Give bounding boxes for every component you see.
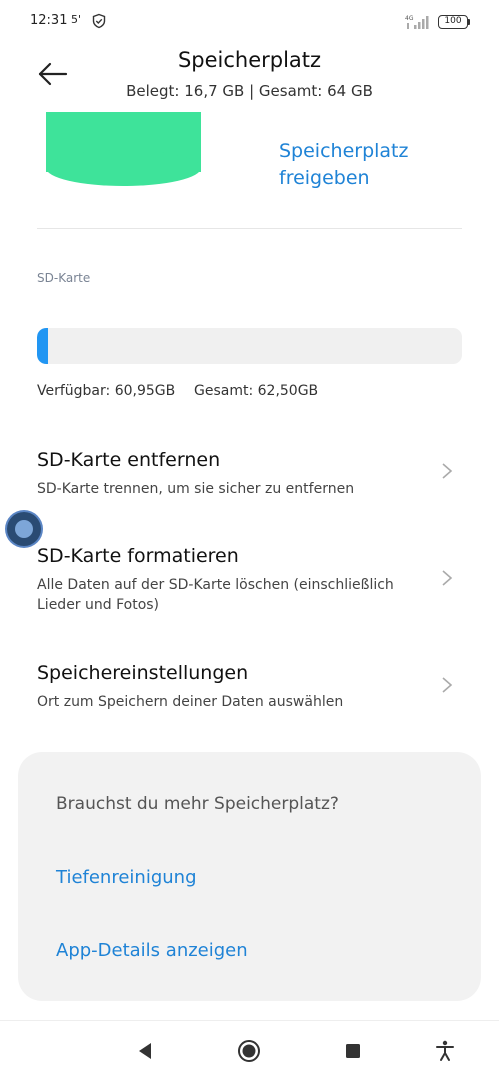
arrow-left-icon: [38, 62, 68, 86]
navigation-bar: [0, 1020, 499, 1081]
battery-level: 100: [444, 16, 462, 26]
item-title: Speichereinstellungen: [37, 662, 249, 684]
square-recents-icon[interactable]: [341, 1039, 365, 1063]
sd-total-text: Gesamt: 62,50GB: [194, 383, 319, 399]
status-time: 12:31: [30, 13, 68, 28]
item-subtitle: Ort zum Speichern deiner Daten auswählen: [37, 694, 344, 710]
list-item-remove-sd[interactable]: SD-Karte entfernen SD-Karte trennen, um …: [0, 440, 499, 510]
svg-text:4G: 4G: [405, 15, 414, 22]
accessibility-icon[interactable]: [433, 1039, 457, 1063]
status-extra: 5': [71, 13, 82, 26]
triangle-back-icon[interactable]: [133, 1039, 157, 1063]
battery-tip: [468, 19, 470, 25]
shield-check-icon: [92, 13, 106, 29]
circle-home-icon[interactable]: [237, 1039, 261, 1063]
divider: [37, 228, 462, 229]
free-up-space-link[interactable]: Speicherplatz freigeben: [279, 138, 469, 192]
more-space-card: Brauchst du mehr Speicherplatz? Tiefenre…: [18, 752, 481, 1001]
back-button[interactable]: [28, 54, 78, 94]
list-item-format-sd[interactable]: SD-Karte formatieren Alle Daten auf der …: [0, 535, 499, 620]
sd-card-label: SD-Karte: [37, 271, 91, 285]
sd-usage-bar: [37, 328, 462, 364]
floating-bubble[interactable]: [7, 512, 41, 546]
chevron-right-icon: [442, 463, 453, 479]
signal-icon: 4G: [405, 15, 429, 29]
app-details-link[interactable]: App-Details anzeigen: [56, 940, 248, 961]
sd-usage-fill: [37, 328, 48, 364]
free-up-space-line1: Speicherplatz: [279, 140, 409, 162]
chevron-right-icon: [442, 570, 453, 586]
list-item-storage-settings[interactable]: Speichereinstellungen Ort zum Speichern …: [0, 652, 499, 722]
bubble-icon: [15, 520, 33, 538]
sd-available-text: Verfügbar: 60,95GB: [37, 383, 176, 399]
chevron-right-icon: [442, 677, 453, 693]
deep-clean-link[interactable]: Tiefenreinigung: [56, 867, 197, 888]
storage-cylinder-base: [46, 150, 201, 186]
status-bar: 12:31 5' 4G 100: [0, 0, 499, 44]
item-title: SD-Karte formatieren: [37, 545, 239, 567]
item-subtitle: Alle Daten auf der SD-Karte löschen (ein…: [37, 577, 394, 613]
item-title: SD-Karte entfernen: [37, 449, 221, 471]
free-up-space-line2: freigeben: [279, 167, 370, 189]
battery-icon: 100: [438, 15, 468, 29]
item-subtitle: SD-Karte trennen, um sie sicher zu entfe…: [37, 481, 355, 497]
card-title: Brauchst du mehr Speicherplatz?: [56, 794, 339, 814]
